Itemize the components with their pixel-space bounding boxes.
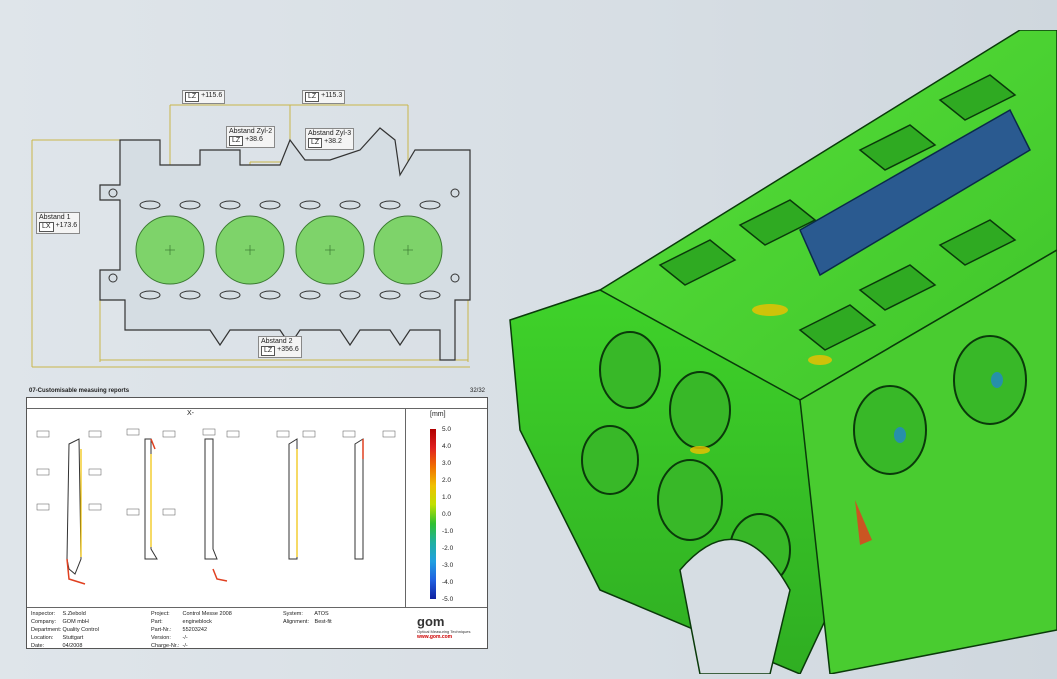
info-value: 55203242 xyxy=(181,627,207,633)
report-title: 07-Customisable measuing reports xyxy=(29,388,130,394)
info-value: Best-fit xyxy=(313,619,332,625)
dim-tag-zyl2[interactable]: Abstand Zyl-2 LZ +38.6 xyxy=(226,126,276,148)
info-key: Alignment: xyxy=(283,619,309,625)
color-scale-bar xyxy=(430,429,436,599)
cylinder-head-drawing: LZ +115.6 LZ +115.3 Abstand Zyl-2 LZ +38.6 … xyxy=(0,0,500,380)
info-key: Location: xyxy=(31,635,54,641)
legend-tick-label: -1.0 xyxy=(442,528,454,535)
dim-value: +115.6 xyxy=(201,92,223,99)
info-key: Part: xyxy=(151,619,163,625)
info-key: Company: xyxy=(31,619,57,625)
dim-tag-2[interactable]: LZ +115.3 xyxy=(302,90,346,104)
dim-tag-zyl3[interactable]: Abstand Zyl-3 LZ +38.2 xyxy=(305,128,355,150)
legend-tick-label: 5.0 xyxy=(442,426,452,433)
info-key: Version: xyxy=(151,635,171,641)
info-key: System: xyxy=(283,611,303,617)
info-row: Company: GOM mbH xyxy=(31,618,99,626)
info-key: Charge-Nr.: xyxy=(151,643,180,649)
dim-name: Abstand Zyl-3 xyxy=(308,130,352,137)
info-value: GOM mbH xyxy=(61,619,89,625)
info-value: Control Messe 2008 xyxy=(181,611,232,617)
dim-name: Abstand 1 xyxy=(39,214,71,221)
dim-axis: LZ xyxy=(305,92,320,102)
dim-name: Abstand 2 xyxy=(261,338,293,345)
drawing-canvas xyxy=(31,104,471,368)
info-key: Date: xyxy=(31,643,45,649)
info-row: System: ATOS xyxy=(283,610,332,618)
info-value: 04/2008 xyxy=(61,643,83,649)
info-value: -/- xyxy=(181,643,188,649)
legend-tick-label: -4.0 xyxy=(442,579,454,586)
report-info-footer: Inspector: S.Ziebold Company: GOM mbH Depa… xyxy=(27,608,487,650)
info-row: Date: 04/2008 xyxy=(31,642,99,650)
dim-axis: LZ xyxy=(185,92,200,102)
report-plot-area: X- xyxy=(27,408,405,608)
dim-axis: LZ xyxy=(261,346,276,356)
info-key: Department: xyxy=(31,627,62,633)
dim-axis: LZ xyxy=(308,138,323,148)
engine-block-3d xyxy=(509,29,1057,675)
gom-logo: gom Optical Measuring Techniques www.gom… xyxy=(417,614,483,644)
engine-block-render xyxy=(500,29,1057,675)
info-row: Location: Stuttgart xyxy=(31,634,99,642)
legend-tick-label: -3.0 xyxy=(442,562,454,569)
dim-axis: LZ xyxy=(229,136,244,146)
legend-tick-label: 0.0 xyxy=(442,511,452,518)
legend-tick-label: 4.0 xyxy=(442,443,452,450)
info-value: S.Ziebold xyxy=(61,611,86,617)
info-value: Quality Control xyxy=(61,627,99,633)
info-value: -/- xyxy=(181,635,188,641)
info-row: Department: Quality Control xyxy=(31,626,99,634)
legend-tick-label: -5.0 xyxy=(442,596,454,603)
logo-url: www.gom.com xyxy=(417,634,453,640)
info-row: Charge-Nr.: -/- xyxy=(151,642,232,650)
report-page-number: 32/32 xyxy=(469,388,485,394)
dim-value: +173.6 xyxy=(55,222,78,229)
dim-name: Abstand Zyl-2 xyxy=(229,128,273,135)
info-value: engineblock xyxy=(181,619,212,625)
info-key: Inspector: xyxy=(31,611,56,617)
section-profiles xyxy=(36,428,396,585)
dim-value: +115.3 xyxy=(321,92,343,99)
info-row: Part: engineblock xyxy=(151,618,232,626)
dim-tag-abstand1[interactable]: Abstand 1 LX +173.6 xyxy=(36,212,81,234)
dim-value: +356.6 xyxy=(277,346,299,353)
measuring-report: 07-Customisable measuing reports 32/32 X… xyxy=(26,388,488,650)
legend-tick-label: 1.0 xyxy=(442,494,452,501)
plot-view-label: X- xyxy=(187,410,194,417)
legend-tick-label: -2.0 xyxy=(442,545,454,552)
info-row: Project: Control Messe 2008 xyxy=(151,610,232,618)
logo-name: gom xyxy=(417,614,445,629)
dim-value: +38.2 xyxy=(324,138,342,145)
info-row: Inspector: S.Ziebold xyxy=(31,610,99,618)
info-key: Part-Nr.: xyxy=(151,627,172,633)
info-row: Part-Nr.: 55203242 xyxy=(151,626,232,634)
legend-tick-label: 2.0 xyxy=(442,477,452,484)
info-value: Stuttgart xyxy=(61,635,84,641)
dim-tag-1[interactable]: LZ +115.6 xyxy=(182,90,226,104)
dim-tag-abstand2[interactable]: Abstand 2 LZ +356.6 xyxy=(258,336,302,358)
info-value: ATOS xyxy=(313,611,329,617)
info-key: Project: xyxy=(151,611,170,617)
dim-value: +38.6 xyxy=(245,136,263,143)
legend-tick-label: 3.0 xyxy=(442,460,452,467)
info-row: Version: -/- xyxy=(151,634,232,642)
info-row: Alignment: Best-fit xyxy=(283,618,332,626)
dim-axis: LX xyxy=(39,222,54,232)
legend-unit: [mm] xyxy=(430,411,446,418)
color-scale-legend: [mm] 5.0 4.0 3.0 2.0 1.0 0.0 -1.0 -2.0 -3.0 -4.0 -… xyxy=(405,408,487,608)
